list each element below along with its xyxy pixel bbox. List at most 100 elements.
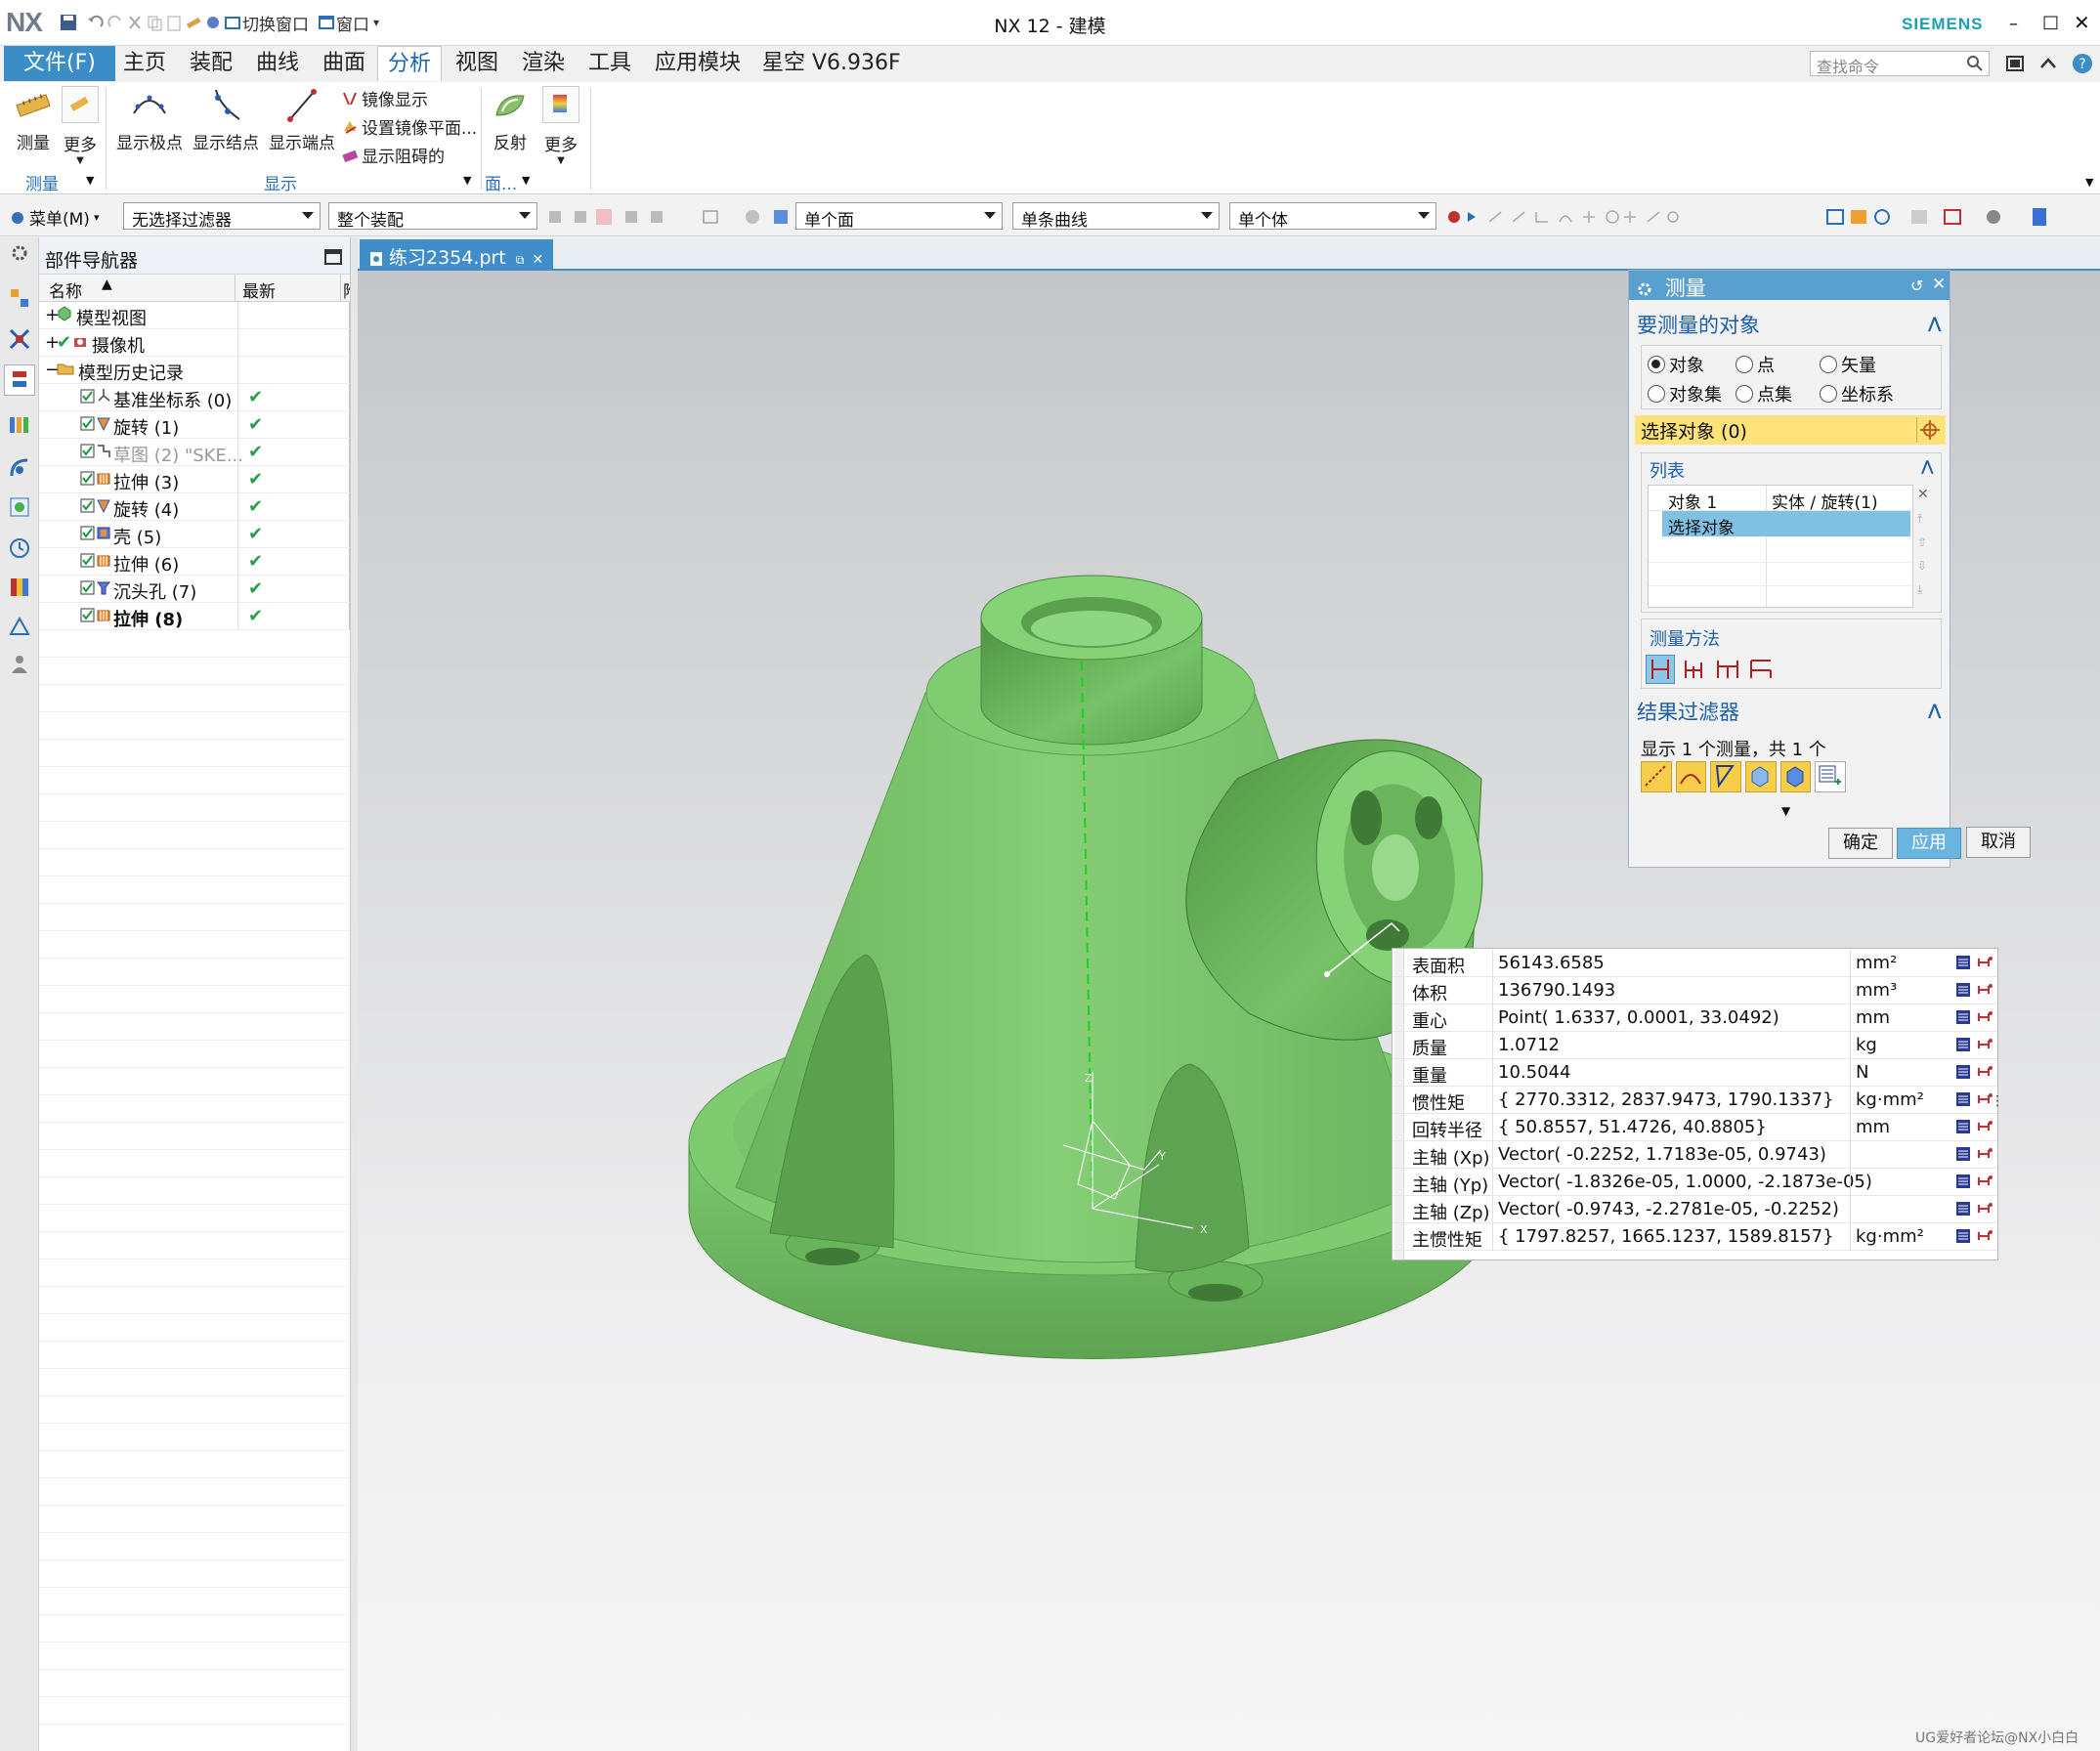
col-name-header[interactable]: 名称 — [49, 278, 82, 302]
group-display-expander-icon[interactable]: ▼ — [463, 174, 471, 187]
sort-ascending-icon[interactable]: ▲ — [102, 277, 112, 292]
role-icon[interactable] — [8, 652, 31, 675]
gear-icon[interactable] — [10, 243, 29, 263]
radio-vector[interactable]: 矢量 — [1820, 352, 1876, 377]
method-projected-icon[interactable] — [1681, 655, 1710, 684]
create-expression-icon[interactable] — [1955, 1201, 1971, 1217]
minimize-button[interactable]: – — [2009, 14, 2018, 34]
col-latest-header[interactable]: 最新 — [242, 278, 276, 302]
list-row-selected[interactable]: 选择对象 — [1662, 511, 1910, 538]
result-row[interactable]: 回转半径 { 50.8557, 51.4726, 40.8805} mm — [1393, 1114, 1997, 1141]
reset-icon[interactable]: ↺ — [1910, 277, 1923, 295]
create-expression-icon[interactable] — [1955, 1228, 1971, 1244]
tree-item-extrude-6[interactable]: 拉伸 (6) ✔ — [39, 548, 350, 576]
show-endpoints-button[interactable]: 显示端点 — [266, 86, 338, 153]
file-menu[interactable]: 文件(F) — [4, 46, 115, 81]
tab-analysis[interactable]: 分析 — [377, 46, 443, 81]
checkbox-icon[interactable] — [80, 578, 96, 596]
type-filter-select[interactable]: 无选择过滤器 — [123, 202, 321, 231]
collapse-filter-icon[interactable]: ⋀ — [1928, 701, 1941, 719]
result-row[interactable]: 表面积 56143.6585 mm² — [1393, 950, 1997, 977]
associative-measure-icon[interactable] — [1977, 1228, 1993, 1244]
radio-point-set[interactable]: 点集 — [1736, 381, 1792, 406]
close-dialog-icon[interactable]: ✕ — [1932, 275, 1946, 294]
process-studio-icon[interactable] — [8, 615, 31, 638]
set-mirror-plane-button[interactable]: 设置镜像平面... — [342, 114, 477, 139]
associative-measure-icon[interactable] — [1977, 955, 1993, 970]
snap-point-toolbar[interactable] — [1446, 206, 2091, 228]
reflect-button[interactable]: 反射 — [489, 86, 532, 153]
result-row[interactable]: 质量 1.0712 kg — [1393, 1032, 1997, 1059]
create-expression-icon[interactable] — [1955, 1146, 1971, 1162]
checkbox-icon[interactable] — [80, 469, 96, 487]
tab-render[interactable]: 渲染 — [512, 46, 575, 81]
web-browser-icon[interactable] — [8, 495, 31, 519]
show-blocked-button[interactable]: 显示阻碍的 — [342, 143, 445, 167]
close-tab-icon[interactable]: ✕ — [532, 252, 543, 268]
associative-measure-icon[interactable] — [1977, 1146, 1993, 1162]
part-navigator-icon[interactable] — [4, 364, 35, 396]
help-icon[interactable]: ? — [2072, 53, 2093, 74]
tree-item-cameras[interactable]: + ✔ 摄像机 — [39, 329, 350, 357]
collapse-ribbon-icon[interactable] — [2038, 54, 2058, 73]
tree-item-extrude-3[interactable]: 拉伸 (3) ✔ — [39, 466, 350, 493]
method-screen-icon[interactable] — [1714, 655, 1743, 684]
select-object-row[interactable]: 选择对象 (0) — [1635, 415, 1946, 445]
collapse-list-icon[interactable]: ⋀ — [1921, 457, 1934, 475]
object-list[interactable]: 对象 1 实体 / 旋转(1) 选择对象 — [1648, 485, 1913, 608]
checkbox-icon[interactable] — [80, 551, 96, 569]
more-measure-button[interactable]: 更多 ▼ — [61, 86, 100, 166]
associative-measure-icon[interactable] — [1977, 1201, 1993, 1217]
tree-item-revolve-1[interactable]: 旋转 (1) ✔ — [39, 411, 350, 439]
curve-rule-select[interactable]: 单条曲线 — [1012, 202, 1220, 231]
history-icon[interactable] — [8, 536, 31, 560]
tab-curve[interactable]: 曲线 — [246, 46, 309, 81]
move-up-icon[interactable]: ⇧ — [1917, 535, 1927, 549]
checkbox-icon[interactable] — [80, 414, 96, 432]
filter-section-header[interactable]: 结果过滤器 — [1637, 697, 1739, 726]
tree-item-datum-csys[interactable]: 基准坐标系 (0) ✔ — [39, 384, 350, 411]
result-row[interactable]: 重心 Point( 1.6337, 0.0001, 33.0492) mm — [1393, 1004, 1997, 1032]
measure-button[interactable]: 测量 — [12, 86, 55, 153]
group-face-expander-icon[interactable]: ▼ — [522, 174, 530, 187]
move-bottom-icon[interactable]: ⤓ — [1917, 582, 1922, 597]
radio-point[interactable]: 点 — [1736, 352, 1775, 377]
filter-volume-icon[interactable] — [1745, 761, 1777, 792]
reuse-library-icon[interactable] — [8, 413, 31, 437]
ok-button[interactable]: 确定 — [1828, 828, 1893, 859]
constraint-navigator-icon[interactable] — [8, 327, 31, 351]
filter-angle-icon[interactable] — [1675, 761, 1707, 792]
create-expression-icon[interactable] — [1955, 1009, 1971, 1025]
move-top-icon[interactable]: ⤒ — [1917, 512, 1922, 527]
checkbox-icon[interactable] — [80, 442, 96, 459]
remove-icon[interactable]: ✕ — [1917, 487, 1929, 502]
tab-surface[interactable]: 曲面 — [313, 46, 375, 81]
associative-measure-icon[interactable] — [1977, 1064, 1993, 1080]
checkbox-icon[interactable] — [80, 387, 96, 405]
tab-view[interactable]: 视图 — [446, 46, 508, 81]
checkbox-icon[interactable] — [80, 496, 96, 514]
radio-object-set[interactable]: 对象集 — [1648, 381, 1722, 406]
associative-measure-icon[interactable] — [1977, 982, 1993, 998]
show-poles-button[interactable]: 显示极点 — [113, 86, 186, 153]
ribbon-options-icon[interactable]: ▼ — [2085, 176, 2093, 189]
tab-applications[interactable]: 应用模块 — [645, 46, 750, 81]
navigator-splitter[interactable] — [350, 237, 358, 1751]
associative-measure-icon[interactable] — [1977, 1009, 1993, 1025]
create-expression-icon[interactable] — [1955, 1064, 1971, 1080]
method-length-icon[interactable] — [1747, 655, 1777, 684]
result-row[interactable]: 主轴 (Yp) Vector( -1.8326e-05, 1.0000, -2.1… — [1393, 1169, 1997, 1196]
result-row[interactable]: 主轴 (Zp) Vector( -0.9743, -2.2781e-05, -0.… — [1393, 1196, 1997, 1223]
result-row[interactable]: 主轴 (Xp) Vector( -0.2252, 1.7183e-05, 0.97… — [1393, 1141, 1997, 1169]
result-row[interactable]: 惯性矩 { 2770.3312, 2837.9473, 1790.1337} kg·… — [1393, 1087, 1997, 1114]
result-row[interactable]: 体积 136790.1493 mm³ — [1393, 977, 1997, 1004]
cancel-button[interactable]: 取消 — [1966, 827, 2031, 858]
objects-section-header[interactable]: 要测量的对象 — [1637, 310, 1760, 339]
tab-home[interactable]: 主页 — [113, 46, 176, 81]
tree-item-shell-5[interactable]: 壳 (5) ✔ — [39, 521, 350, 548]
apply-button[interactable]: 应用 — [1897, 828, 1961, 859]
radio-object[interactable]: 对象 — [1648, 352, 1704, 377]
create-expression-icon[interactable] — [1955, 1174, 1971, 1189]
settings-icon[interactable] — [1637, 281, 1652, 297]
list-row[interactable]: 对象 1 实体 / 旋转(1) — [1649, 486, 1912, 513]
